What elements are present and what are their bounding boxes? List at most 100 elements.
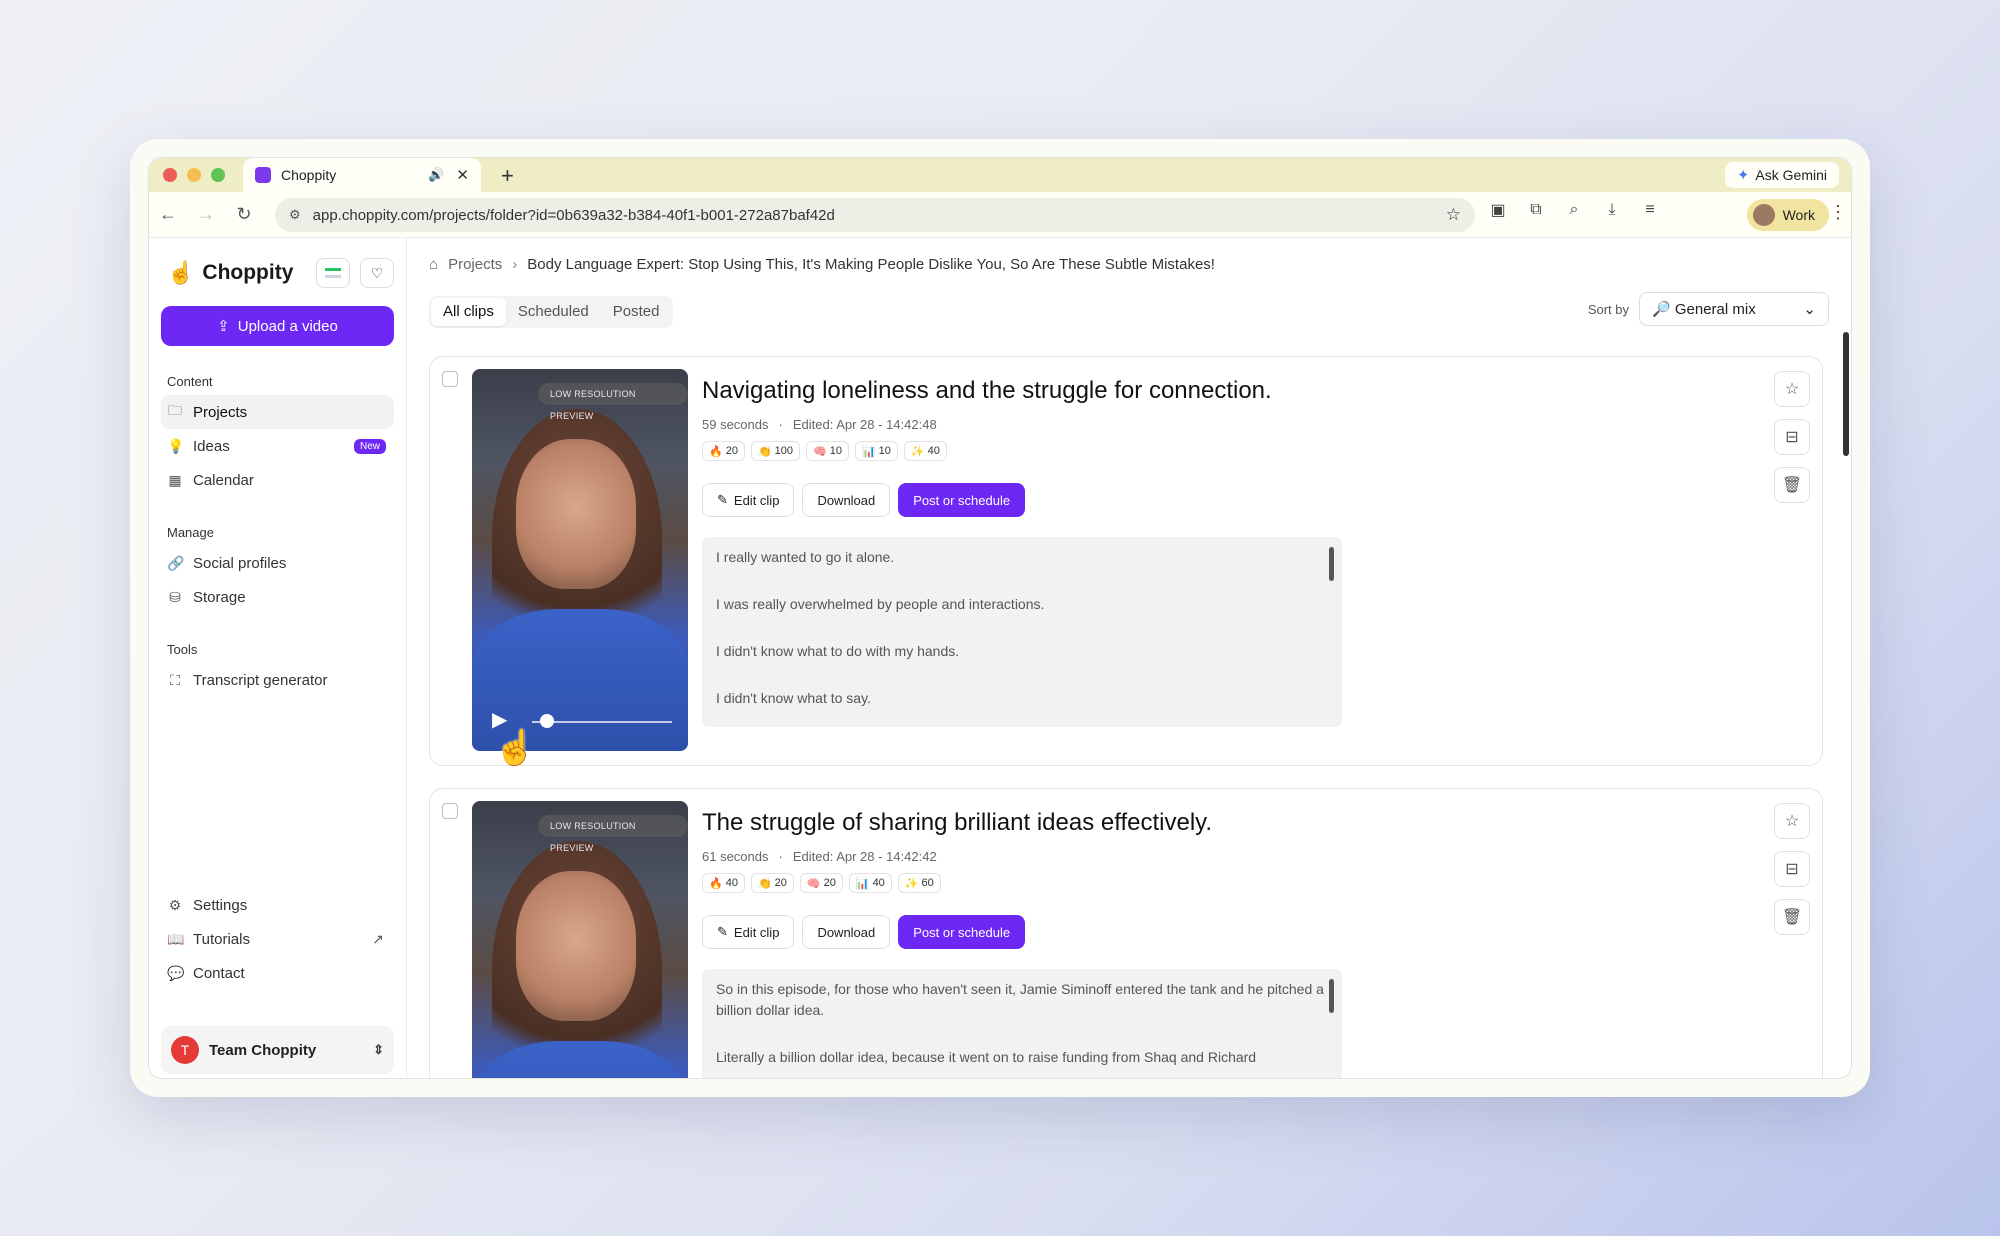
media-queue-icon[interactable]: ≡ [1639, 201, 1661, 219]
stat-value: 20 [823, 877, 836, 889]
maximize-window-button[interactable] [211, 168, 225, 182]
stat-badge: 🧠 20 [799, 873, 843, 893]
extension-icon[interactable]: ▣ [1487, 200, 1509, 220]
video-scrubber-handle[interactable] [540, 714, 554, 728]
transcript-line: I didn't know what to do with my hands. [716, 643, 960, 659]
bookmark-star-icon[interactable]: ☆ [1446, 205, 1461, 225]
minimize-window-button[interactable] [187, 168, 201, 182]
tab-search-icon[interactable]: ⌕ [1563, 201, 1585, 219]
browser-tab-choppity[interactable]: Choppity 🔊 ✕ [243, 158, 481, 192]
clip-duration: 59 seconds [702, 417, 769, 432]
close-window-button[interactable] [163, 168, 177, 182]
clip-title[interactable]: Navigating loneliness and the struggle f… [702, 377, 1272, 405]
stat-badge: 👏 100 [750, 441, 801, 461]
clip-title[interactable]: The struggle of sharing brilliant ideas … [702, 809, 1212, 837]
clip-video-preview[interactable]: LOW RESOLUTION PREVIEW [472, 801, 688, 1078]
main-content: ⌂ Projects › Body Language Expert: Stop … [407, 238, 1851, 1078]
tab-posted[interactable]: Posted [601, 298, 672, 326]
trash-icon[interactable]: 🗑 [1774, 467, 1810, 503]
stat-value: 10 [878, 445, 891, 457]
archive-icon[interactable]: ⊟ [1774, 419, 1810, 455]
lightbulb-icon: 💡 [167, 437, 185, 454]
progress-bars-button[interactable] [316, 258, 350, 288]
sidebar-item-label: Storage [193, 588, 246, 606]
post-or-schedule-button[interactable]: Post or schedule [898, 915, 1026, 949]
trash-icon[interactable]: 🗑 [1774, 899, 1810, 935]
clip-video-preview[interactable]: LOW RESOLUTION PREVIEW ▶ [472, 369, 688, 751]
favorite-star-icon[interactable]: ☆ [1774, 371, 1810, 407]
content-heading: Content [167, 374, 213, 389]
download-button[interactable]: Download [802, 915, 891, 949]
speaker-icon[interactable]: 🔊 [428, 167, 444, 183]
download-icon[interactable]: ⤓ [1601, 201, 1623, 219]
edit-clip-button[interactable]: ✎ Edit clip [702, 483, 795, 517]
team-avatar: T [171, 1036, 199, 1064]
new-tab-button[interactable]: + [501, 163, 514, 189]
sidebar-item-storage[interactable]: ⛁ Storage [161, 580, 394, 614]
sidebar-item-tutorials[interactable]: 📖 Tutorials ↗ [161, 922, 394, 956]
transcript-scrollbar[interactable] [1329, 979, 1334, 1013]
stat-value: 20 [774, 877, 787, 889]
favorite-star-icon[interactable]: ☆ [1774, 803, 1810, 839]
browser-menu-icon[interactable]: ⋮ [1829, 202, 1847, 223]
gear-icon: ⚙ [168, 896, 182, 913]
app-area: ☝ Choppity ♡ ⇪ Upload a video Content 🗀 … [149, 238, 1851, 1078]
brain-icon: 🧠 [813, 445, 827, 458]
breadcrumb-projects-link[interactable]: Projects [448, 256, 502, 273]
sidebar-item-label: Projects [193, 403, 248, 421]
hand-pointer-cursor-icon: ☝ [494, 729, 537, 767]
book-icon: 📖 [167, 930, 185, 947]
ask-gemini-label: Ask Gemini [1755, 167, 1827, 183]
tab-scheduled[interactable]: Scheduled [506, 298, 601, 326]
edit-clip-button[interactable]: ✎ Edit clip [702, 915, 795, 949]
reload-icon[interactable]: ↻ [225, 204, 263, 225]
browser-frame: Choppity 🔊 ✕ + ✦ Ask Gemini ← → ↻ ⚙ app.… [148, 157, 1852, 1079]
download-button[interactable]: Download [802, 483, 891, 517]
sidebar-item-social-profiles[interactable]: 🔗 Social profiles [161, 546, 394, 580]
fire-icon: 🔥 [709, 877, 723, 890]
sort-control: Sort by 🔎 General mix ⌄ [1588, 292, 1829, 326]
ask-gemini-button[interactable]: ✦ Ask Gemini [1724, 162, 1839, 188]
sort-value: General mix [1674, 301, 1756, 318]
address-bar[interactable]: ⚙ app.choppity.com/projects/folder?id=0b… [275, 198, 1475, 232]
forward-arrow-icon[interactable]: → [187, 204, 225, 225]
back-arrow-icon[interactable]: ← [149, 204, 187, 225]
upload-video-button[interactable]: ⇪ Upload a video [161, 306, 394, 346]
transcript-scrollbar[interactable] [1329, 547, 1334, 581]
progress-bars-icon [325, 268, 341, 278]
thumbnail-face [516, 439, 636, 589]
stat-badge: ✨ 60 [897, 873, 941, 893]
home-icon[interactable]: ⌂ [429, 256, 438, 273]
clip-side-actions: ☆ ⊟ 🗑 [1774, 803, 1810, 935]
window-controls [163, 168, 225, 182]
stat-badge: ✨ 40 [903, 441, 947, 461]
sidebar-item-projects[interactable]: 🗀 Projects [161, 395, 394, 429]
brand-name: Choppity [202, 261, 294, 284]
stat-badge: 📊 40 [848, 873, 892, 893]
chevron-right-icon: › [512, 256, 518, 273]
site-settings-icon[interactable]: ⚙ [289, 207, 301, 223]
sidebar-item-settings[interactable]: ⚙ Settings [161, 888, 394, 922]
clip-transcript[interactable]: I really wanted to go it alone. I was re… [702, 537, 1342, 727]
tab-all-clips[interactable]: All clips [431, 298, 506, 326]
archive-icon[interactable]: ⊟ [1774, 851, 1810, 887]
url-text[interactable]: app.choppity.com/projects/folder?id=0b63… [313, 207, 1446, 224]
sort-select[interactable]: 🔎 General mix ⌄ [1639, 292, 1829, 326]
profile-chip[interactable]: Work [1746, 199, 1829, 231]
sidebar-item-ideas[interactable]: 💡 Ideas New [161, 429, 394, 463]
clip-select-checkbox[interactable] [442, 803, 458, 819]
clip-select-checkbox[interactable] [442, 371, 458, 387]
main-scrollbar[interactable] [1843, 332, 1849, 456]
sidebar-item-transcript-generator[interactable]: ⛶ Transcript generator [161, 663, 394, 697]
post-or-schedule-button[interactable]: Post or schedule [898, 483, 1026, 517]
sidebar-item-contact[interactable]: 💬 Contact [161, 956, 394, 990]
sidebar-item-label: Transcript generator [193, 671, 328, 689]
team-switcher[interactable]: T Team Choppity ⇕ [161, 1026, 394, 1074]
favorites-heart-button[interactable]: ♡ [360, 258, 394, 288]
sidebar-item-calendar[interactable]: ▦ Calendar [161, 463, 394, 497]
clip-transcript[interactable]: So in this episode, for those who haven'… [702, 969, 1342, 1078]
puzzle-extensions-icon[interactable]: ⧉ [1525, 201, 1547, 219]
edit-clip-label: Edit clip [733, 492, 780, 508]
chart-icon: 📊 [861, 445, 876, 458]
close-tab-icon[interactable]: ✕ [456, 166, 469, 184]
